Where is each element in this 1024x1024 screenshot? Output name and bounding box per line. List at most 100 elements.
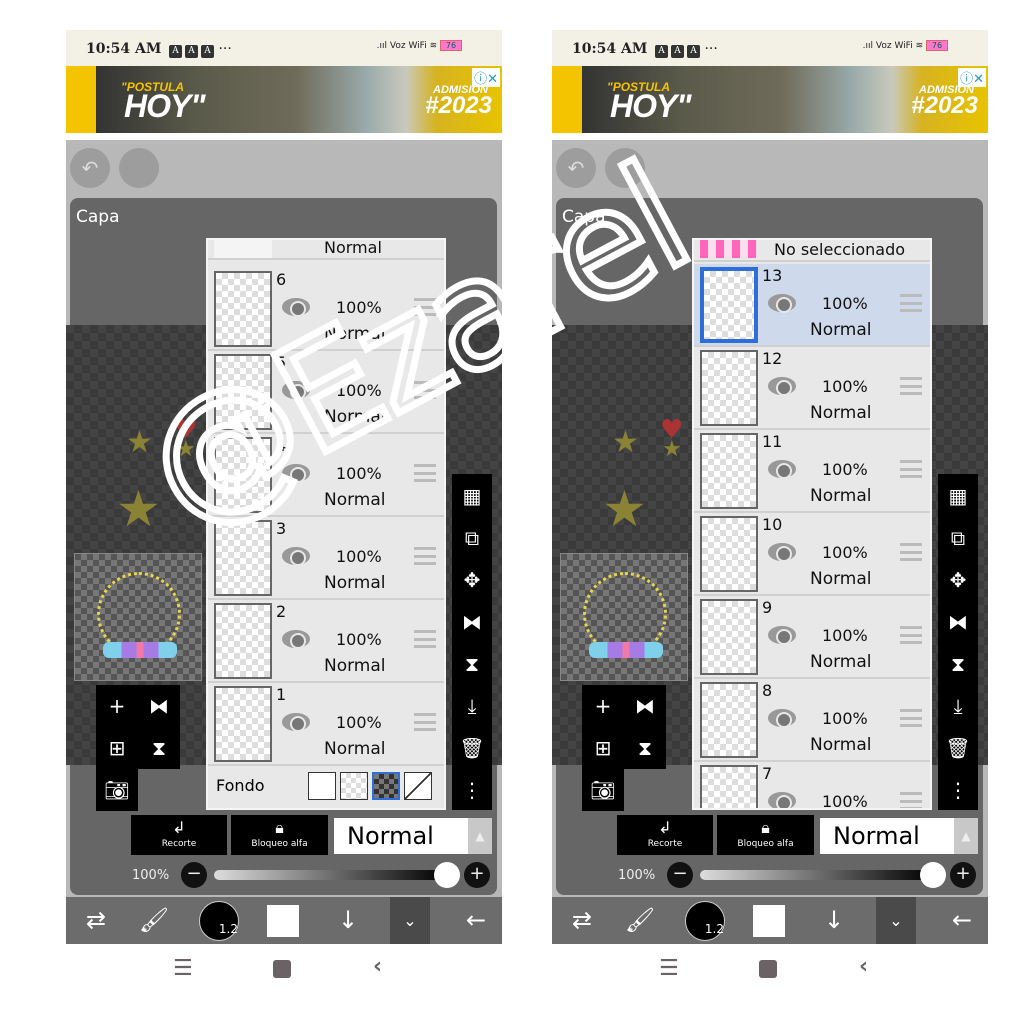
brush-size-button[interactable]: 1.2 (199, 901, 239, 941)
drag-handle-icon[interactable] (414, 381, 436, 399)
blend-mode-select[interactable]: Normal (820, 818, 954, 854)
home-icon[interactable] (273, 960, 291, 978)
color-swatch[interactable] (753, 905, 785, 937)
ad-banner[interactable]: "POSTULA HOY" ADMISIÓN #2023 ⓘ✕ (552, 66, 988, 133)
flip-horizontal-icon[interactable]: ⧓ (624, 685, 666, 727)
layer-copy-icon[interactable]: ⧉ (938, 518, 978, 558)
eye-icon[interactable] (282, 630, 310, 649)
flip-vertical-icon[interactable]: ⧗ (452, 644, 492, 684)
add-layer-icon[interactable]: + (582, 685, 624, 727)
flip-horizontal-icon[interactable]: ⧓ (938, 602, 978, 642)
recent-apps-icon[interactable]: ☰ (659, 956, 679, 981)
opacity-increase-button[interactable]: + (464, 862, 490, 888)
layer-row[interactable]: 6 100% Normal (208, 268, 444, 351)
eye-icon[interactable] (282, 298, 310, 317)
add-image-layer-icon[interactable]: ⊞ (96, 727, 138, 769)
back-icon[interactable]: ‹ (373, 954, 382, 979)
clipping-button[interactable]: ↲ Recorte (131, 815, 227, 855)
checker-icon[interactable]: ▦ (938, 476, 978, 516)
merge-down-icon[interactable]: ⤓ (452, 686, 492, 726)
slider-handle[interactable] (920, 862, 946, 888)
move-icon[interactable]: ✥ (452, 560, 492, 600)
flip-vertical-icon[interactable]: ⧗ (624, 727, 666, 769)
ad-banner[interactable]: "POSTULA HOY" ADMISIÓN #2023 ⓘ✕ (66, 66, 502, 133)
back-arrow-icon[interactable]: ← (942, 897, 982, 944)
drag-handle-icon[interactable] (900, 294, 922, 312)
layer-copy-icon[interactable]: ⧉ (452, 518, 492, 558)
slider-handle[interactable] (434, 862, 460, 888)
eye-icon[interactable] (282, 464, 310, 483)
add-image-layer-icon[interactable]: ⊞ (582, 727, 624, 769)
layer-row[interactable]: 4 100% Normal (208, 434, 444, 517)
layer-row[interactable]: 2 100% Normal (208, 600, 444, 683)
eye-icon[interactable] (768, 543, 796, 562)
opacity-slider[interactable] (700, 870, 932, 880)
eye-icon[interactable] (768, 626, 796, 645)
more-icon[interactable]: ⋮ (452, 770, 492, 810)
drag-handle-icon[interactable] (900, 543, 922, 561)
layer-row[interactable]: 8 100% Normal (694, 679, 930, 762)
trash-icon[interactable]: 🗑 (452, 728, 492, 768)
layer-row[interactable]: 7 100% Normal (694, 762, 930, 808)
trash-icon[interactable]: 🗑 (938, 728, 978, 768)
transform-eraser-icon[interactable]: ⇄ (76, 897, 116, 944)
opacity-decrease-button[interactable]: − (181, 862, 207, 888)
merge-down-icon[interactable]: ⤓ (938, 686, 978, 726)
eye-icon[interactable] (768, 709, 796, 728)
camera-icon[interactable]: 📷︎ (582, 769, 624, 811)
no-selection-row[interactable]: No seleccionado (694, 240, 930, 262)
move-icon[interactable]: ✥ (938, 560, 978, 600)
drag-handle-icon[interactable] (900, 460, 922, 478)
layer-list[interactable]: Normal 6 100% Normal 5 100% Normal 4 100… (206, 238, 446, 810)
brush-icon[interactable]: 🖌︎ (620, 897, 660, 944)
camera-icon[interactable]: 📷︎ (96, 769, 138, 811)
drag-handle-icon[interactable] (414, 713, 436, 731)
arrow-down-icon[interactable]: ↓ (328, 897, 368, 944)
layer-list[interactable]: No seleccionado 13 100% Normal 12 100% N… (692, 238, 932, 810)
alpha-lock-button[interactable]: 🔒︎ Bloqueo alfa (231, 815, 328, 855)
eye-icon[interactable] (768, 460, 796, 479)
flip-horizontal-icon[interactable]: ⧓ (452, 602, 492, 642)
eye-icon[interactable] (282, 713, 310, 732)
chevron-double-down-icon[interactable]: ⌄ (390, 897, 430, 944)
bg-none-swatch[interactable] (404, 772, 432, 800)
ad-close-button[interactable]: ⓘ✕ (472, 68, 500, 87)
drag-handle-icon[interactable] (900, 377, 922, 395)
transform-eraser-icon[interactable]: ⇄ (562, 897, 602, 944)
drag-handle-icon[interactable] (900, 709, 922, 727)
layer-row[interactable]: 12 100% Normal (694, 347, 930, 430)
drag-handle-icon[interactable] (900, 626, 922, 644)
arrow-down-icon[interactable]: ↓ (814, 897, 854, 944)
alpha-lock-button[interactable]: 🔒︎ Bloqueo alfa (717, 815, 814, 855)
bg-transparent-swatch[interactable] (340, 772, 368, 800)
layer-row[interactable]: 13 100% Normal (694, 264, 930, 347)
bg-checker-swatch[interactable] (372, 772, 400, 800)
layer-row[interactable]: 9 100% Normal (694, 596, 930, 679)
drag-handle-icon[interactable] (900, 792, 922, 808)
color-swatch[interactable] (267, 905, 299, 937)
layer-row[interactable]: 5 100% Normal (208, 351, 444, 434)
layer-row[interactable]: 11 100% Normal (694, 430, 930, 513)
layer-row[interactable]: 10 100% Normal (694, 513, 930, 596)
drag-handle-icon[interactable] (414, 547, 436, 565)
layer-row-partial[interactable]: Normal (208, 240, 444, 260)
chevron-up-icon[interactable]: ▲ (468, 818, 492, 854)
redo-button[interactable] (119, 148, 159, 188)
recent-apps-icon[interactable]: ☰ (173, 956, 193, 981)
checker-icon[interactable]: ▦ (452, 476, 492, 516)
clipping-button[interactable]: ↲ Recorte (617, 815, 713, 855)
brush-size-button[interactable]: 1.2 (685, 901, 725, 941)
undo-button[interactable]: ↶ (556, 148, 596, 188)
more-icon[interactable]: ⋮ (938, 770, 978, 810)
redo-button[interactable] (605, 148, 645, 188)
bg-white-swatch[interactable] (308, 772, 336, 800)
drag-handle-icon[interactable] (414, 298, 436, 316)
eye-icon[interactable] (768, 294, 796, 313)
add-layer-icon[interactable]: + (96, 685, 138, 727)
brush-icon[interactable]: 🖌︎ (134, 897, 174, 944)
layer-row[interactable]: 1 100% Normal (208, 683, 444, 766)
chevron-up-icon[interactable]: ▲ (954, 818, 978, 854)
drag-handle-icon[interactable] (414, 464, 436, 482)
back-arrow-icon[interactable]: ← (456, 897, 496, 944)
ad-close-button[interactable]: ⓘ✕ (958, 68, 986, 87)
